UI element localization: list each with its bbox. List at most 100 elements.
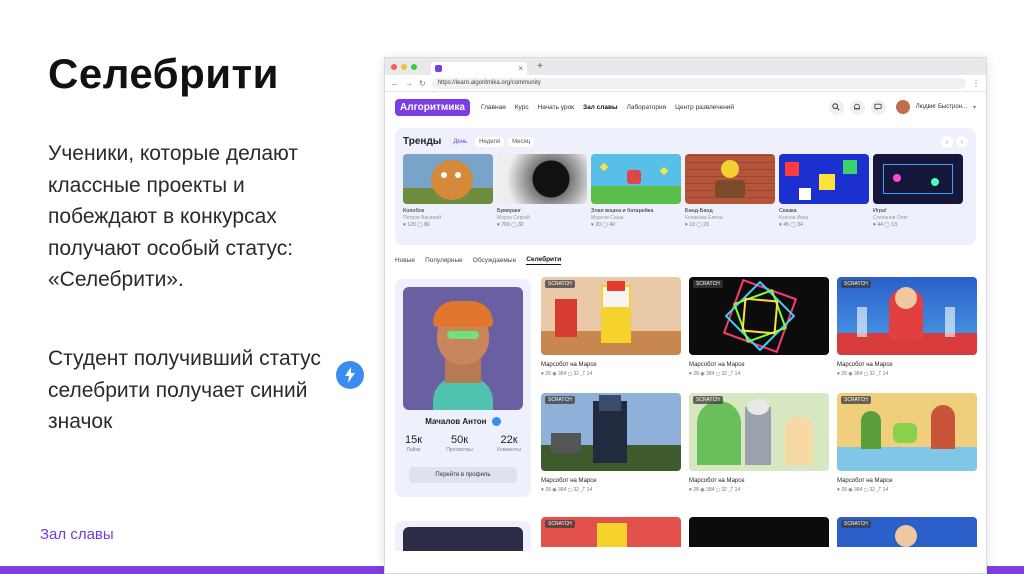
intro-paragraph: Ученики, которые делают классные проекты… [48, 142, 298, 291]
project-card[interactable]: SCRATCH Марсобот на Марсе ♥ 28 ◉ 384 ◻ 3… [541, 277, 681, 377]
chevron-down-icon[interactable]: ▾ [973, 104, 976, 111]
close-window-icon[interactable] [391, 63, 397, 70]
project-thumbnail [541, 277, 681, 355]
trend-card[interactable]: Игра! Степанов Олег ♥ 44 ◯ 13 [873, 154, 963, 228]
stat-label: Лайки [406, 447, 421, 453]
trend-card[interactable]: Банд-Банд Конакова Елена ♥ 13 ◯ 23 [685, 154, 775, 228]
reload-icon[interactable]: ↻ [419, 79, 426, 88]
trend-stats: ♥ 20 ◯ 40 [591, 222, 615, 228]
go-to-profile-button[interactable]: Перейти в профиль [409, 467, 517, 483]
scratch-tag: SCRATCH [545, 280, 575, 288]
new-tab-button[interactable]: + [537, 61, 543, 72]
stat-value: 22к [500, 434, 518, 446]
community-tabs: Новые Популярные Обсуждаемые Селебрити [395, 253, 986, 267]
celebrities-section: Мачалов Антон 15к Лайки 50к Просмотры 22… [385, 277, 986, 551]
trend-card[interactable]: Злая вошка и батарейка Морсов Саша ♥ 20 … [591, 154, 681, 228]
stat-value: 50к [451, 434, 469, 446]
project-card[interactable]: SCRATCH Марсобот на Марсе ♥ 28 ◉ 384 ◻ 3… [837, 277, 977, 377]
trend-thumbnail [403, 154, 493, 204]
trend-name: Игра! [873, 208, 887, 214]
nav-lab[interactable]: Лаборатория [627, 104, 667, 111]
chevron-left-icon[interactable]: ‹ [941, 136, 953, 148]
trend-author: Козлов Иван [779, 215, 809, 221]
chat-icon[interactable] [870, 99, 886, 115]
scratch-tag: SCRATCH [841, 520, 871, 528]
maximize-window-icon[interactable] [411, 63, 417, 70]
project-title: Марсобот на Марсе [689, 362, 745, 368]
bell-icon[interactable] [849, 99, 865, 115]
period-month[interactable]: Месяц [508, 136, 535, 147]
site-logo[interactable]: Алгоритмика [395, 98, 470, 116]
trend-author: Степанов Олег [873, 215, 909, 221]
url-field[interactable]: https://learn.algoritmika.org/community [431, 77, 966, 89]
trend-author: Морсов Саша [591, 215, 624, 221]
tab-celebrities[interactable]: Селебрити [526, 256, 562, 265]
trend-card[interactable]: Колобок Петров Василий ♥ 120 ◯ 80 [403, 154, 493, 228]
slide-title: Селебрити [48, 50, 279, 97]
nav-course[interactable]: Курс [515, 104, 529, 111]
nav-home[interactable]: Главная [481, 104, 506, 111]
celebrity-badge-icon [491, 417, 501, 427]
user-name[interactable]: Людвиг Быстрон... [916, 104, 967, 110]
trend-thumbnail [685, 154, 775, 204]
tab-new[interactable]: Новые [395, 257, 415, 264]
project-title: Марсобот на Марсе [689, 478, 745, 484]
trend-thumbnail [873, 154, 963, 204]
nav-hall-of-fame[interactable]: Зал славы [583, 104, 618, 111]
trend-thumbnail [779, 154, 869, 204]
project-card[interactable]: SCRATCH Марсобот на Марсе ♥ 28 ◉ 384 ◻ 3… [689, 277, 829, 377]
profile-name: Мачалов Антон [395, 417, 531, 427]
project-stats: ♥ 28 ◉ 384 ◻ 32 ⤴ 14 [541, 487, 593, 493]
minimize-window-icon[interactable] [401, 63, 407, 70]
browser-tab[interactable]: × [431, 62, 527, 75]
footer-section-label: Зал славы [40, 526, 114, 543]
nav-entertainment[interactable]: Центр развлечений [675, 104, 734, 111]
project-card[interactable] [689, 517, 829, 547]
stat-label: Просмотры [446, 447, 473, 453]
nav-start-lesson[interactable]: Начать урок [538, 104, 574, 111]
project-title: Марсобот на Марсе [837, 362, 893, 368]
project-card[interactable]: SCRATCH Марсобот на Марсе ♥ 28 ◉ 384 ◻ 3… [837, 393, 977, 493]
trend-thumbnail [591, 154, 681, 204]
project-thumbnail [541, 393, 681, 471]
trends-panel: Тренды День Неделя Месяц ‹ › Колобок Пет… [395, 128, 976, 245]
stat-comments: 22к Комменты [497, 434, 521, 453]
period-day[interactable]: День [449, 137, 471, 147]
trend-name: Колобок [403, 208, 425, 214]
scratch-tag: SCRATCH [545, 396, 575, 404]
stat-views: 50к Просмотры [446, 434, 472, 453]
trend-name: Злая вошка и батарейка [591, 208, 654, 214]
search-icon[interactable] [828, 99, 844, 115]
favicon-icon [435, 65, 442, 72]
trend-author: Конакова Елена [685, 215, 723, 221]
trends-arrows: ‹ › [941, 136, 968, 148]
site-header: Алгоритмика Главная Курс Начать урок Зал… [385, 92, 986, 122]
trend-stats: ♥ 120 ◯ 80 [403, 222, 430, 228]
project-card[interactable]: SCRATCH Марсобот на Марсе ♥ 28 ◉ 384 ◻ 3… [541, 393, 681, 493]
trend-author: Мороз Сергей [497, 215, 530, 221]
close-tab-icon[interactable]: × [518, 64, 523, 73]
project-card[interactable]: SCRATCH [837, 517, 977, 547]
scratch-tag: SCRATCH [841, 280, 871, 288]
project-card[interactable]: SCRATCH [541, 517, 681, 547]
trend-card[interactable]: Сказка Козлов Иван ♥ 45 ◯ 34 [779, 154, 869, 228]
tab-discussed[interactable]: Обсуждаемые [473, 257, 516, 264]
project-title: Марсобот на Марсе [541, 362, 597, 368]
celebrity-badge-icon [336, 361, 364, 389]
trend-card[interactable]: Бумеранг Мороз Сергей ♥ 760 ◯ 32 [497, 154, 587, 228]
forward-icon[interactable]: → [405, 79, 413, 88]
trends-title: Тренды [403, 136, 442, 147]
trend-name: Банд-Банд [685, 208, 713, 214]
tab-popular[interactable]: Популярные [425, 257, 463, 264]
trend-stats: ♥ 45 ◯ 34 [779, 222, 803, 228]
user-avatar[interactable] [895, 100, 910, 114]
chevron-right-icon[interactable]: › [956, 136, 968, 148]
browser-menu-icon[interactable]: ⋮ [972, 79, 980, 88]
trend-thumbnail [497, 154, 587, 204]
project-card[interactable]: SCRATCH Марсобот на Марсе ♥ 28 ◉ 384 ◻ 3… [689, 393, 829, 493]
badge-paragraph: Студент получивший статус селебрити полу… [48, 347, 321, 433]
back-icon[interactable]: ← [391, 79, 399, 88]
project-stats: ♥ 28 ◉ 384 ◻ 32 ⤴ 14 [689, 487, 741, 493]
period-week[interactable]: Неделя [475, 136, 505, 147]
browser-window: × + ← → ↻ https://learn.algoritmika.org/… [384, 57, 987, 574]
